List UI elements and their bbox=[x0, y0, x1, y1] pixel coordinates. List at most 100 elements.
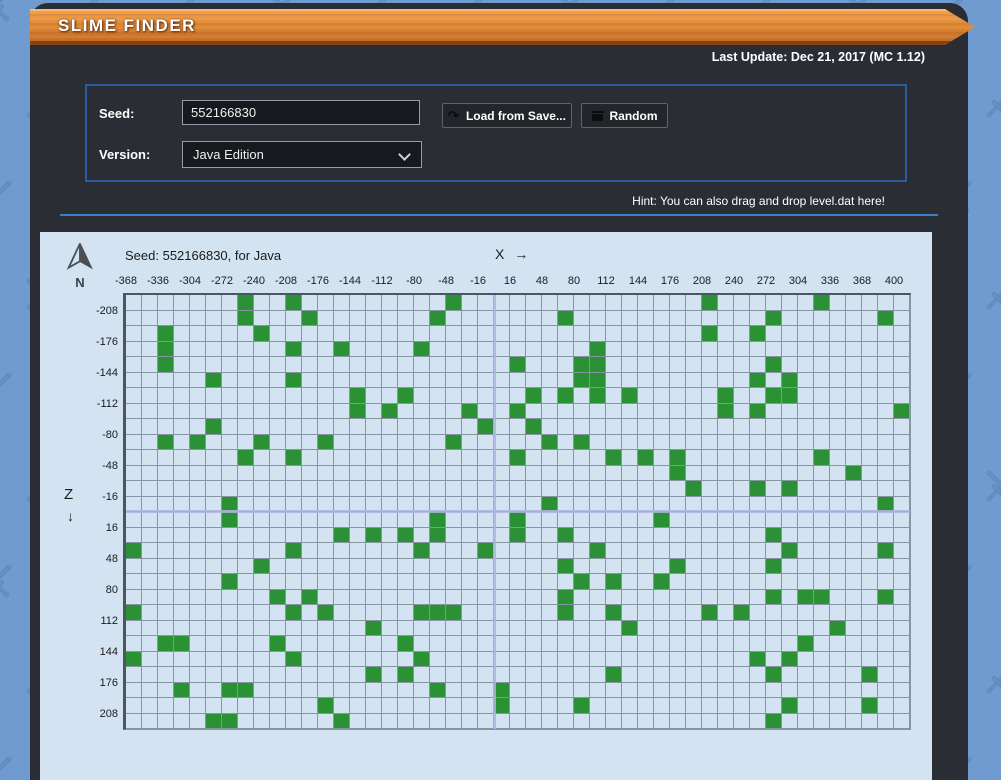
grid-cell bbox=[254, 636, 270, 652]
grid-cell bbox=[542, 372, 558, 388]
load-from-save-button[interactable]: ↷ Load from Save... bbox=[442, 103, 572, 128]
grid-cell bbox=[638, 636, 654, 652]
version-select[interactable]: Java Edition bbox=[182, 141, 422, 168]
grid-cell bbox=[446, 698, 462, 714]
grid-cell bbox=[190, 465, 206, 481]
grid-cell bbox=[206, 481, 222, 497]
grid-cell bbox=[814, 682, 830, 698]
grid-cell bbox=[414, 357, 430, 373]
grid-cell bbox=[526, 558, 542, 574]
grid-cell bbox=[654, 341, 670, 357]
slime-chunk-cell bbox=[702, 605, 718, 621]
grid-cell bbox=[766, 574, 782, 590]
grid-cell bbox=[798, 403, 814, 419]
grid-cell bbox=[382, 310, 398, 326]
grid-cell bbox=[318, 326, 334, 342]
grid-cell bbox=[142, 450, 158, 466]
grid-cell bbox=[862, 682, 878, 698]
grid-cell bbox=[766, 465, 782, 481]
grid-cell bbox=[462, 419, 478, 435]
grid-cell bbox=[494, 295, 510, 311]
slime-chunk-cell bbox=[718, 403, 734, 419]
slime-chunk-grid[interactable] bbox=[123, 293, 911, 730]
grid-cell bbox=[398, 651, 414, 667]
grid-cell bbox=[270, 496, 286, 512]
grid-cell bbox=[702, 310, 718, 326]
grid-cell bbox=[590, 496, 606, 512]
slime-chunk-cell bbox=[782, 698, 798, 714]
grid-cell bbox=[750, 605, 766, 621]
grid-cell bbox=[398, 713, 414, 729]
grid-cell bbox=[782, 419, 798, 435]
grid-cell bbox=[318, 403, 334, 419]
slime-chunk-cell bbox=[126, 543, 142, 559]
grid-cell bbox=[846, 388, 862, 404]
grid-cell bbox=[302, 543, 318, 559]
grid-cell bbox=[846, 636, 862, 652]
seed-input[interactable] bbox=[182, 100, 420, 125]
grid-cell bbox=[254, 496, 270, 512]
grid-cell bbox=[590, 589, 606, 605]
grid-cell bbox=[126, 372, 142, 388]
slime-chunk-cell bbox=[318, 605, 334, 621]
grid-cell bbox=[590, 403, 606, 419]
grid-cell bbox=[894, 357, 910, 373]
grid-cell bbox=[894, 713, 910, 729]
grid-cell bbox=[270, 295, 286, 311]
grid-cell bbox=[894, 419, 910, 435]
slime-chunk-cell bbox=[318, 698, 334, 714]
grid-cell bbox=[542, 682, 558, 698]
grid-cell bbox=[702, 698, 718, 714]
grid-cell bbox=[622, 589, 638, 605]
grid-cell bbox=[558, 636, 574, 652]
random-button[interactable]: Random bbox=[581, 103, 668, 128]
grid-cell bbox=[142, 574, 158, 590]
grid-cell bbox=[334, 605, 350, 621]
grid-cell bbox=[142, 651, 158, 667]
slime-chunk-cell bbox=[750, 403, 766, 419]
grid-cell bbox=[286, 388, 302, 404]
grid-cell bbox=[270, 326, 286, 342]
grid-cell bbox=[654, 295, 670, 311]
grid-cell bbox=[670, 388, 686, 404]
grid-cell bbox=[142, 558, 158, 574]
grid-cell bbox=[638, 465, 654, 481]
grid-cell bbox=[206, 295, 222, 311]
grid-cell bbox=[286, 403, 302, 419]
grid-cell bbox=[622, 481, 638, 497]
grid-cell bbox=[206, 589, 222, 605]
grid-cell bbox=[702, 450, 718, 466]
grid-cell bbox=[366, 574, 382, 590]
grid-cell bbox=[814, 636, 830, 652]
grid-cell bbox=[174, 605, 190, 621]
slime-chunk-cell bbox=[766, 527, 782, 543]
grid-cell bbox=[654, 465, 670, 481]
grid-cell bbox=[462, 558, 478, 574]
grid-cell bbox=[558, 434, 574, 450]
grid-cell bbox=[782, 434, 798, 450]
grid-cell bbox=[478, 651, 494, 667]
grid-cell bbox=[798, 419, 814, 435]
grid-cell bbox=[814, 496, 830, 512]
grid-cell bbox=[782, 341, 798, 357]
grid-cell bbox=[446, 682, 462, 698]
grid-cell bbox=[686, 403, 702, 419]
grid-cell bbox=[830, 388, 846, 404]
grid-cell bbox=[526, 450, 542, 466]
grid-cell bbox=[126, 341, 142, 357]
grid-cell bbox=[302, 295, 318, 311]
grid-cell bbox=[510, 419, 526, 435]
grid-cell bbox=[206, 636, 222, 652]
grid-cell bbox=[686, 574, 702, 590]
grid-cell bbox=[206, 357, 222, 373]
grid-cell bbox=[830, 372, 846, 388]
grid-cell bbox=[190, 357, 206, 373]
compass: N bbox=[56, 242, 104, 290]
grid-cell bbox=[718, 682, 734, 698]
slime-chunk-cell bbox=[510, 450, 526, 466]
slime-chunk-cell bbox=[782, 651, 798, 667]
x-tick-label: -240 bbox=[242, 275, 266, 287]
grid-cell bbox=[750, 667, 766, 683]
x-tick-label: -368 bbox=[114, 275, 138, 287]
grid-cell bbox=[494, 372, 510, 388]
